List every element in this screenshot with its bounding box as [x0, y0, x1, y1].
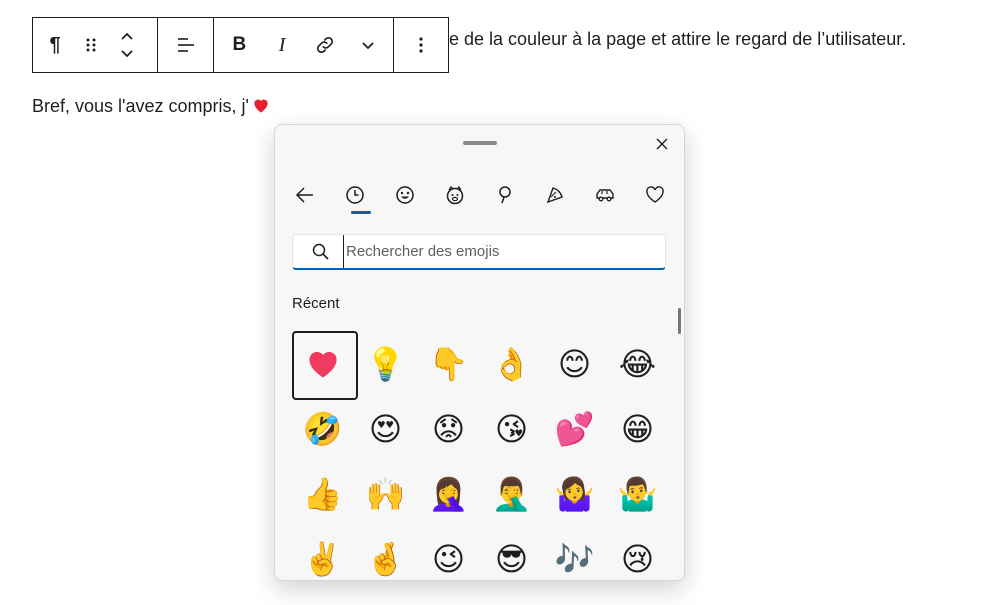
italic-button[interactable]: I [264, 18, 300, 72]
emoji-crossed-fingers[interactable]: 🤞 [354, 526, 417, 580]
emoji-shrug-woman[interactable]: 🤷‍♀️ [543, 461, 606, 526]
red-heart-emoji [308, 351, 337, 377]
move-up-down-button[interactable] [109, 18, 145, 72]
close-button[interactable] [651, 133, 673, 155]
paragraph-1-text: e de la couleur à la page et attire le r… [449, 29, 907, 49]
drag-handle-icon [86, 38, 96, 52]
drag-handle-button[interactable] [73, 18, 109, 72]
section-title-recent: Récent [292, 295, 340, 312]
category-nature[interactable] [487, 177, 523, 213]
emoji-facepalm-woman[interactable]: 🤦‍♀️ [417, 461, 480, 526]
heart-icon [646, 186, 664, 203]
back-arrow-icon [295, 187, 313, 203]
paragraph-icon: ¶ [49, 33, 61, 56]
emoji-ok-hand[interactable]: 👌 [480, 331, 543, 396]
emoji-sunglasses[interactable]: 😎 [480, 526, 543, 580]
chevron-down-icon [361, 42, 374, 50]
chevron-up-down-icon [121, 32, 133, 58]
align-left-icon [177, 38, 194, 52]
emoji-shrug-man[interactable]: 🤷‍♂️ [606, 461, 669, 526]
category-symbols[interactable] [637, 177, 673, 213]
close-icon [656, 138, 668, 150]
emoji-kiss[interactable]: 😘 [480, 396, 543, 461]
emoji-bulb[interactable]: 💡 [354, 331, 417, 396]
active-category-indicator [351, 211, 371, 214]
toolbar-group-options [394, 18, 448, 72]
emoji-search-box [292, 234, 666, 270]
category-travel[interactable] [587, 177, 623, 213]
emoji-rofl[interactable]: 🤣 [291, 396, 354, 461]
back-button[interactable] [287, 177, 323, 213]
toolbar-group-block: ¶ [33, 18, 158, 72]
panel-drag-handle[interactable] [463, 141, 497, 145]
emoji-crying[interactable]: 😢 [606, 526, 669, 580]
pizza-icon [546, 187, 563, 204]
recent-clock-icon [346, 186, 364, 204]
paragraph-2-text: Bref, vous l'avez compris, j' [32, 96, 249, 116]
bold-button[interactable]: B [221, 18, 257, 72]
more-formats-button[interactable] [350, 18, 386, 72]
more-vertical-icon [419, 37, 423, 53]
category-animals[interactable] [437, 177, 473, 213]
car-icon [596, 189, 614, 202]
search-icon [312, 243, 329, 260]
emoji-heart-eyes[interactable]: 😍 [354, 396, 417, 461]
category-food[interactable] [537, 177, 573, 213]
category-bar [287, 177, 673, 213]
scrollbar[interactable] [678, 308, 681, 334]
emoji-pointing-down[interactable]: 👇 [417, 331, 480, 396]
toolbar-group-format: B I [214, 18, 394, 72]
toolbar-group-align [158, 18, 214, 72]
emoji-raised-hands[interactable]: 🙌 [354, 461, 417, 526]
category-smileys[interactable] [387, 177, 423, 213]
paragraph-2[interactable]: Bref, vous l'avez compris, j' [32, 94, 271, 118]
food-icon [499, 186, 511, 204]
emoji-thumbs-up[interactable]: 👍 [291, 461, 354, 526]
emoji-facepalm-man[interactable]: 🤦‍♂️ [480, 461, 543, 526]
block-toolbar: ¶ B I [32, 17, 449, 73]
emoji-grid: 💡 👇 👌 😊 😂 🤣 😍 😟 😘 💕 😁 👍 🙌 🤦‍♀️ 🤦‍♂️ 🤷‍♀️… [291, 331, 669, 580]
emoji-heart[interactable] [291, 331, 358, 400]
heart-emoji-inline [254, 99, 268, 113]
emoji-two-hearts[interactable]: 💕 [543, 396, 606, 461]
animal-icon [446, 185, 464, 205]
emoji-victory[interactable]: ✌️ [291, 526, 354, 580]
align-button[interactable] [168, 18, 204, 72]
emoji-grin[interactable]: 😁 [606, 396, 669, 461]
options-button[interactable] [403, 18, 439, 72]
category-recent[interactable] [337, 177, 373, 213]
emoji-tears-of-joy[interactable]: 😂 [606, 331, 669, 396]
emoji-music-notes[interactable]: 🎶 [543, 526, 606, 580]
link-icon [316, 36, 333, 54]
link-button[interactable] [307, 18, 343, 72]
emoji-wink[interactable]: 😉 [417, 526, 480, 580]
emoji-smiling[interactable]: 😊 [543, 331, 606, 396]
emoji-search-input[interactable] [343, 235, 643, 268]
smiley-icon [396, 186, 414, 204]
emoji-worried[interactable]: 😟 [417, 396, 480, 461]
emoji-panel: Récent 💡 👇 👌 😊 😂 🤣 😍 😟 😘 💕 😁 👍 🙌 🤦‍♀️ 🤦‍… [274, 124, 685, 581]
paragraph-block-button[interactable]: ¶ [37, 18, 73, 72]
